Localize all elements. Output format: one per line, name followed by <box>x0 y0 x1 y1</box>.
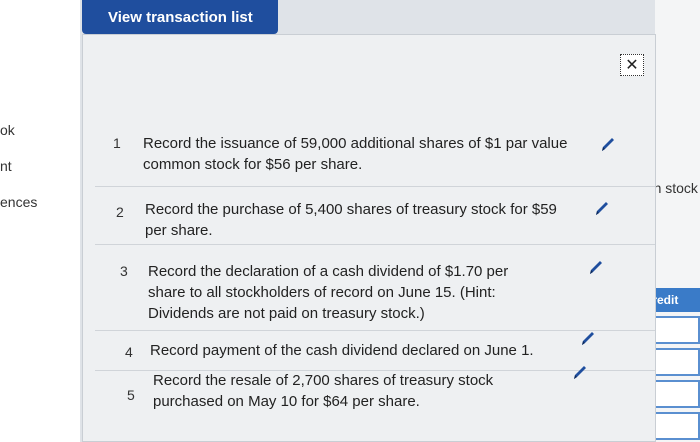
transaction-number: 4 <box>125 344 133 360</box>
transaction-text: Record the issuance of 59,000 additional… <box>143 135 568 173</box>
pencil-icon[interactable] <box>598 134 618 154</box>
pencil-icon[interactable] <box>570 362 590 382</box>
transaction-text: Record the resale of 2,700 shares of tre… <box>153 372 494 410</box>
pencil-icon[interactable] <box>592 198 612 218</box>
left-item-0[interactable]: ok <box>0 122 15 138</box>
transaction-number: 1 <box>113 135 121 151</box>
left-panel: ok nt ences <box>0 0 80 442</box>
close-button[interactable]: ✕ <box>620 54 644 76</box>
transaction-number: 3 <box>120 263 128 279</box>
transaction-text: Record the purchase of 5,400 shares of t… <box>145 201 557 239</box>
transaction-text: Record the declaration of a cash dividen… <box>148 263 509 322</box>
transaction-number: 2 <box>116 204 124 220</box>
left-item-2[interactable]: ences <box>0 194 37 210</box>
transaction-text: Record payment of the cash dividend decl… <box>150 342 534 359</box>
pencil-icon[interactable] <box>586 257 606 277</box>
left-item-1[interactable]: nt <box>0 158 12 174</box>
transaction-number: 5 <box>127 387 135 403</box>
dialog-title-tab[interactable]: View transaction list <box>82 0 278 34</box>
pencil-icon[interactable] <box>578 328 598 348</box>
close-icon: ✕ <box>625 57 639 74</box>
